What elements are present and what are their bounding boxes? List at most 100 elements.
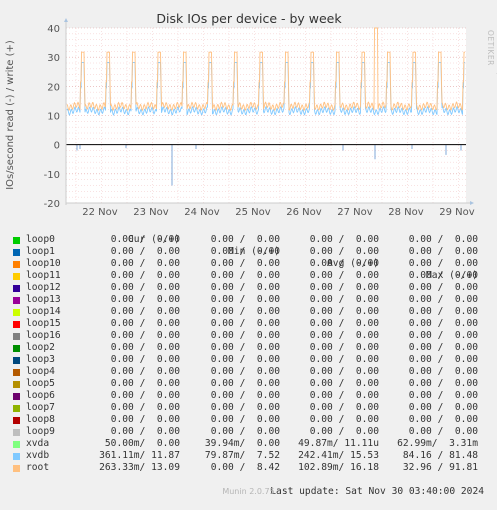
legend-series-name: loop1 <box>26 246 55 257</box>
legend-swatch <box>13 453 20 460</box>
legend-value-avg: 0.00 / 0.00 <box>309 294 379 305</box>
legend-value-avg: 0.00 / 0.00 <box>309 366 379 377</box>
legend-series-name: loop15 <box>26 318 61 329</box>
chart-area: 40 30 20 10 0 -10 -20 22 Nov 23 Nov 24 Nov 25 Nov 2… <box>5 11 475 218</box>
legend-series-name: loop13 <box>26 294 61 305</box>
legend-value-avg: 102.89m/ 16.18 <box>298 462 379 473</box>
legend-value-cur: 0.00 / 0.00 <box>110 294 180 305</box>
legend-value-max: 62.99m/ 3.31m <box>397 438 478 449</box>
legend-series-name: loop6 <box>26 390 55 401</box>
legend-value-min: 0.00 / 0.00 <box>210 342 280 353</box>
legend-value-max: 0.00 / 0.00 <box>408 402 478 413</box>
legend-value-cur: 361.11m/ 11.87 <box>99 450 180 461</box>
legend-value-cur: 0.00 / 0.00 <box>110 318 180 329</box>
legend-value-avg: 0.00 / 0.00 <box>309 390 379 401</box>
legend-series-name: xvda <box>26 438 50 449</box>
legend-value-cur: 50.00m/ 0.00 <box>104 438 180 449</box>
legend-value-cur: 0.00 / 0.00 <box>110 378 180 389</box>
legend-value-max: 0.00 / 0.00 <box>408 306 478 317</box>
legend-value-min: 79.87m/ 7.52 <box>204 450 280 461</box>
legend-value-min: 0.00 / 0.00 <box>210 282 280 293</box>
legend-value-avg: 0.00 / 0.00 <box>309 342 379 353</box>
legend-row-loop11: loop11 0.00 / 0.00 0.00 / 0.00 0.00 / 0.00 0… <box>0 270 497 282</box>
x-axis-arrow <box>470 201 474 205</box>
legend-swatch <box>13 381 20 388</box>
legend-value-min: 0.00 / 0.00 <box>210 426 280 437</box>
legend-swatch <box>13 249 20 256</box>
legend-swatch <box>13 345 20 352</box>
legend-series-name: loop9 <box>26 426 55 437</box>
legend-value-min: 0.00 / 0.00 <box>210 294 280 305</box>
legend-series-name: loop0 <box>26 234 55 245</box>
legend-header-avg: Avg (-/+) <box>327 258 379 269</box>
legend-value-max: 84.16 / 81.48 <box>402 450 478 461</box>
legend-value-min: 0.00 / 0.00 <box>210 366 280 377</box>
legend-series-name: loop10 <box>26 258 61 269</box>
legend-value-max: 32.96 / 91.81 <box>402 462 478 473</box>
legend-value-avg: 0.00 / 0.00 <box>309 270 379 281</box>
legend-value-avg: 0.00 / 0.00 <box>309 234 379 245</box>
legend-value-avg: 0.00 / 0.00 <box>309 378 379 389</box>
legend-value-max: 0.00 / 0.00 <box>408 414 478 425</box>
legend-swatch <box>13 429 20 436</box>
legend-value-avg: 0.00 / 0.00 <box>309 354 379 365</box>
legend-swatch <box>13 261 20 268</box>
legend-swatch <box>13 465 20 472</box>
y-tick-label: 20 <box>47 82 60 93</box>
legend-series-name: loop2 <box>26 342 55 353</box>
legend-header-max: Max (-/+) <box>426 270 478 281</box>
y-axis-label: IOs/second read (-) / write (+) <box>5 40 16 190</box>
legend-swatch <box>13 357 20 364</box>
legend-row-xvdb: xvdb 361.11m/ 11.87 79.87m/ 7.52 242.41m/ 1… <box>0 450 497 462</box>
x-tick-label: 23 Nov <box>133 207 169 218</box>
legend-row-loop7: loop7 0.00 / 0.00 0.00 / 0.00 0.00 / 0.00 0.… <box>0 402 497 414</box>
legend-row-loop8: loop8 0.00 / 0.00 0.00 / 0.00 0.00 / 0.00 0.… <box>0 414 497 426</box>
legend-value-cur: 263.33m/ 13.09 <box>99 462 180 473</box>
legend-row-loop6: loop6 0.00 / 0.00 0.00 / 0.00 0.00 / 0.00 0.… <box>0 390 497 402</box>
legend-value-min: 0.00 / 0.00 <box>210 390 280 401</box>
legend-value-avg: 0.00 / 0.00 <box>309 402 379 413</box>
legend-value-avg: 0.00 / 0.00 <box>309 318 379 329</box>
legend-value-max: 0.00 / 0.00 <box>408 282 478 293</box>
legend-series-name: loop3 <box>26 354 55 365</box>
x-tick-label: 26 Nov <box>286 207 322 218</box>
y-tick-label: -20 <box>44 199 60 210</box>
legend-value-min: 0.00 / 0.00 <box>210 306 280 317</box>
x-tick-label: 28 Nov <box>388 207 424 218</box>
legend-value-avg: 0.00 / 0.00 <box>309 414 379 425</box>
legend-value-avg: 0.00 / 0.00 <box>309 306 379 317</box>
legend-value-cur: 0.00 / 0.00 <box>110 414 180 425</box>
legend-value-min: 0.00 / 0.00 <box>210 258 280 269</box>
legend-row-loop3: loop3 0.00 / 0.00 0.00 / 0.00 0.00 / 0.00 0.… <box>0 354 497 366</box>
legend-value-max: 0.00 / 0.00 <box>408 426 478 437</box>
legend-value-min: 0.00 / 0.00 <box>210 354 280 365</box>
legend-swatch <box>13 393 20 400</box>
legend-value-cur: 0.00 / 0.00 <box>110 366 180 377</box>
legend-row-loop0: loop0 0.00 / 0.00 0.00 / 0.00 0.00 / 0.00 0.… <box>0 234 497 246</box>
last-update: Last update: Sat Nov 30 03:40:00 2024 <box>0 474 497 497</box>
legend-row-loop2: loop2 0.00 / 0.00 0.00 / 0.00 0.00 / 0.00 0.… <box>0 342 497 354</box>
legend-value-cur: 0.00 / 0.00 <box>110 390 180 401</box>
legend-value-max: 0.00 / 0.00 <box>408 354 478 365</box>
legend-row-loop9: loop9 0.00 / 0.00 0.00 / 0.00 0.00 / 0.00 0.… <box>0 426 497 438</box>
rrdtool-credit: RRDTOOL / TOBI OETIKER <box>486 30 497 99</box>
legend-swatch <box>13 321 20 328</box>
y-tick-label: 40 <box>47 24 60 35</box>
legend-value-max: 0.00 / 0.00 <box>408 330 478 341</box>
legend-value-cur: 0.00 / 0.00 <box>110 246 180 257</box>
x-tick-label: 25 Nov <box>235 207 271 218</box>
legend-swatch <box>13 333 20 340</box>
y-tick-label: 10 <box>47 112 60 123</box>
y-axis-arrow <box>64 18 68 22</box>
legend-series-name: loop16 <box>26 330 61 341</box>
x-tick-label: 27 Nov <box>337 207 373 218</box>
legend-value-avg: 0.00 / 0.00 <box>309 330 379 341</box>
legend-row-loop16: loop16 0.00 / 0.00 0.00 / 0.00 0.00 / 0.00 0… <box>0 330 497 342</box>
legend-row-loop1: loop1 0.00 / 0.00 0.00 / 0.00 0.00 / 0.00 0.… <box>0 246 497 258</box>
legend-row-xvda: xvda 50.00m/ 0.00 39.94m/ 0.00 49.87m/ 11.1… <box>0 438 497 450</box>
legend-value-max: 0.00 / 0.00 <box>408 258 478 269</box>
legend-row-loop15: loop15 0.00 / 0.00 0.00 / 0.00 0.00 / 0.00 0… <box>0 318 497 330</box>
x-tick-label: 24 Nov <box>184 207 220 218</box>
legend-row-loop12: loop12 0.00 / 0.00 0.00 / 0.00 0.00 / 0.00 0… <box>0 282 497 294</box>
legend-value-min: 0.00 / 0.00 <box>210 402 280 413</box>
